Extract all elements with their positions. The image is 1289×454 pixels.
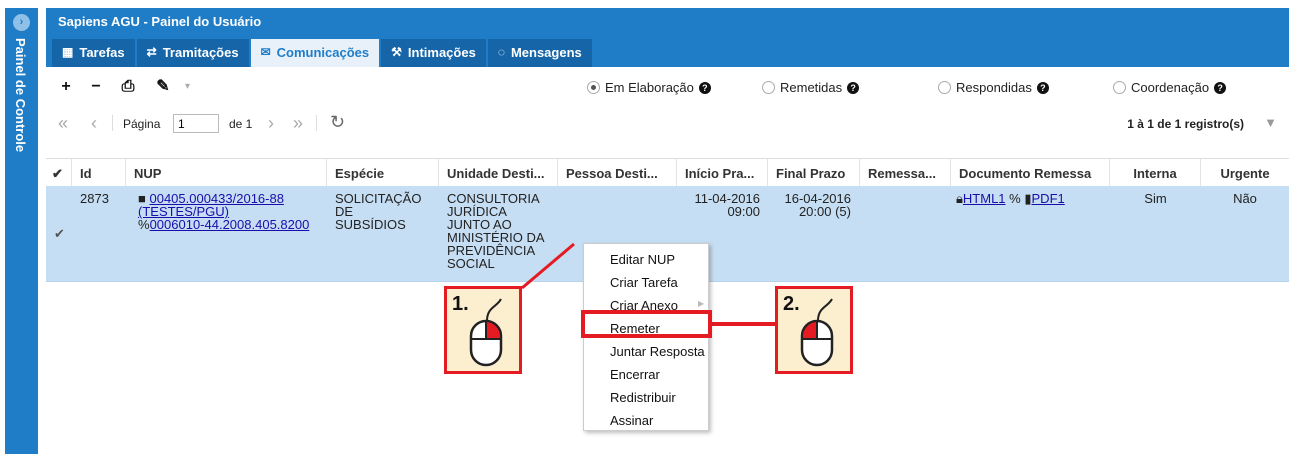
submenu-arrow-icon: ▶ <box>698 299 705 308</box>
menu-item-criar-tarefa[interactable]: Criar Tarefa <box>610 275 678 290</box>
step1-callout: 1. <box>444 286 522 374</box>
menu-item-editar-nup[interactable]: Editar NUP <box>610 252 675 267</box>
step1-connector <box>521 242 575 290</box>
menu-item-assinar[interactable]: Assinar <box>610 413 653 428</box>
remeter-highlight <box>581 310 712 338</box>
menu-item-encerrar[interactable]: Encerrar <box>610 367 660 382</box>
mouse-click-icon <box>800 298 834 367</box>
menu-item-redistribuir[interactable]: Redistribuir <box>610 390 676 405</box>
step2-callout: 2. <box>775 286 853 374</box>
menu-item-juntar-resposta[interactable]: Juntar Resposta <box>610 344 705 359</box>
mouse-click-icon <box>469 298 503 367</box>
